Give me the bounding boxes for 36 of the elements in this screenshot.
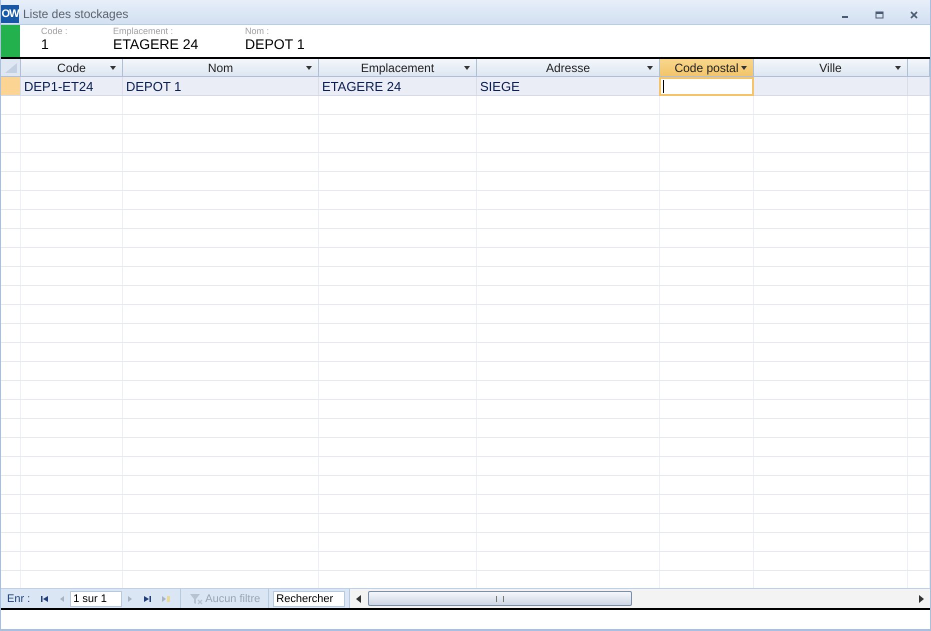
field-value: 1 (41, 36, 50, 52)
record-label: Enr : (7, 592, 30, 604)
field-label: Code : (41, 26, 69, 36)
scrollbar-thumb[interactable] (368, 591, 632, 606)
maximize-icon[interactable] (875, 11, 884, 19)
table-cell: DEPOT 1 (126, 78, 182, 94)
table-cell: DEP1-ET24 (24, 78, 94, 94)
column-header[interactable]: Ville (754, 59, 908, 76)
column-header[interactable]: Nom (123, 59, 319, 76)
table-cell: SIEGE (480, 78, 520, 94)
column-header[interactable]: Code (21, 59, 123, 76)
close-icon[interactable] (910, 11, 918, 19)
column-header[interactable]: Emplacement (319, 59, 477, 76)
dropdown-icon[interactable] (647, 66, 653, 70)
field-value: DEPOT 1 (245, 36, 305, 52)
app-logo-icon: OW (1, 5, 19, 23)
cell-editor[interactable] (659, 77, 754, 96)
dropdown-icon[interactable] (110, 66, 116, 70)
last-record-icon[interactable] (143, 594, 152, 602)
search-field[interactable]: Rechercher (273, 590, 346, 606)
filter-icon (189, 592, 204, 604)
field-label: Emplacement : (113, 26, 174, 36)
dropdown-icon[interactable] (895, 66, 901, 70)
record-position-field[interactable]: 1 sur 1 (70, 590, 122, 606)
dropdown-icon[interactable] (741, 66, 747, 70)
field-label: Nom : (245, 26, 270, 36)
scroll-left-icon[interactable] (356, 594, 362, 602)
column-header[interactable]: Code postal (660, 59, 754, 76)
dropdown-icon[interactable] (464, 66, 470, 70)
first-record-icon[interactable] (41, 594, 50, 602)
horizontal-scrollbar[interactable] (349, 589, 930, 608)
dropdown-icon[interactable] (306, 66, 312, 70)
table-cell: ETAGERE 24 (322, 78, 402, 94)
window-title: Liste des stockages (23, 7, 128, 21)
scroll-right-icon[interactable] (918, 594, 924, 602)
field-value: ETAGERE 24 (113, 36, 200, 52)
